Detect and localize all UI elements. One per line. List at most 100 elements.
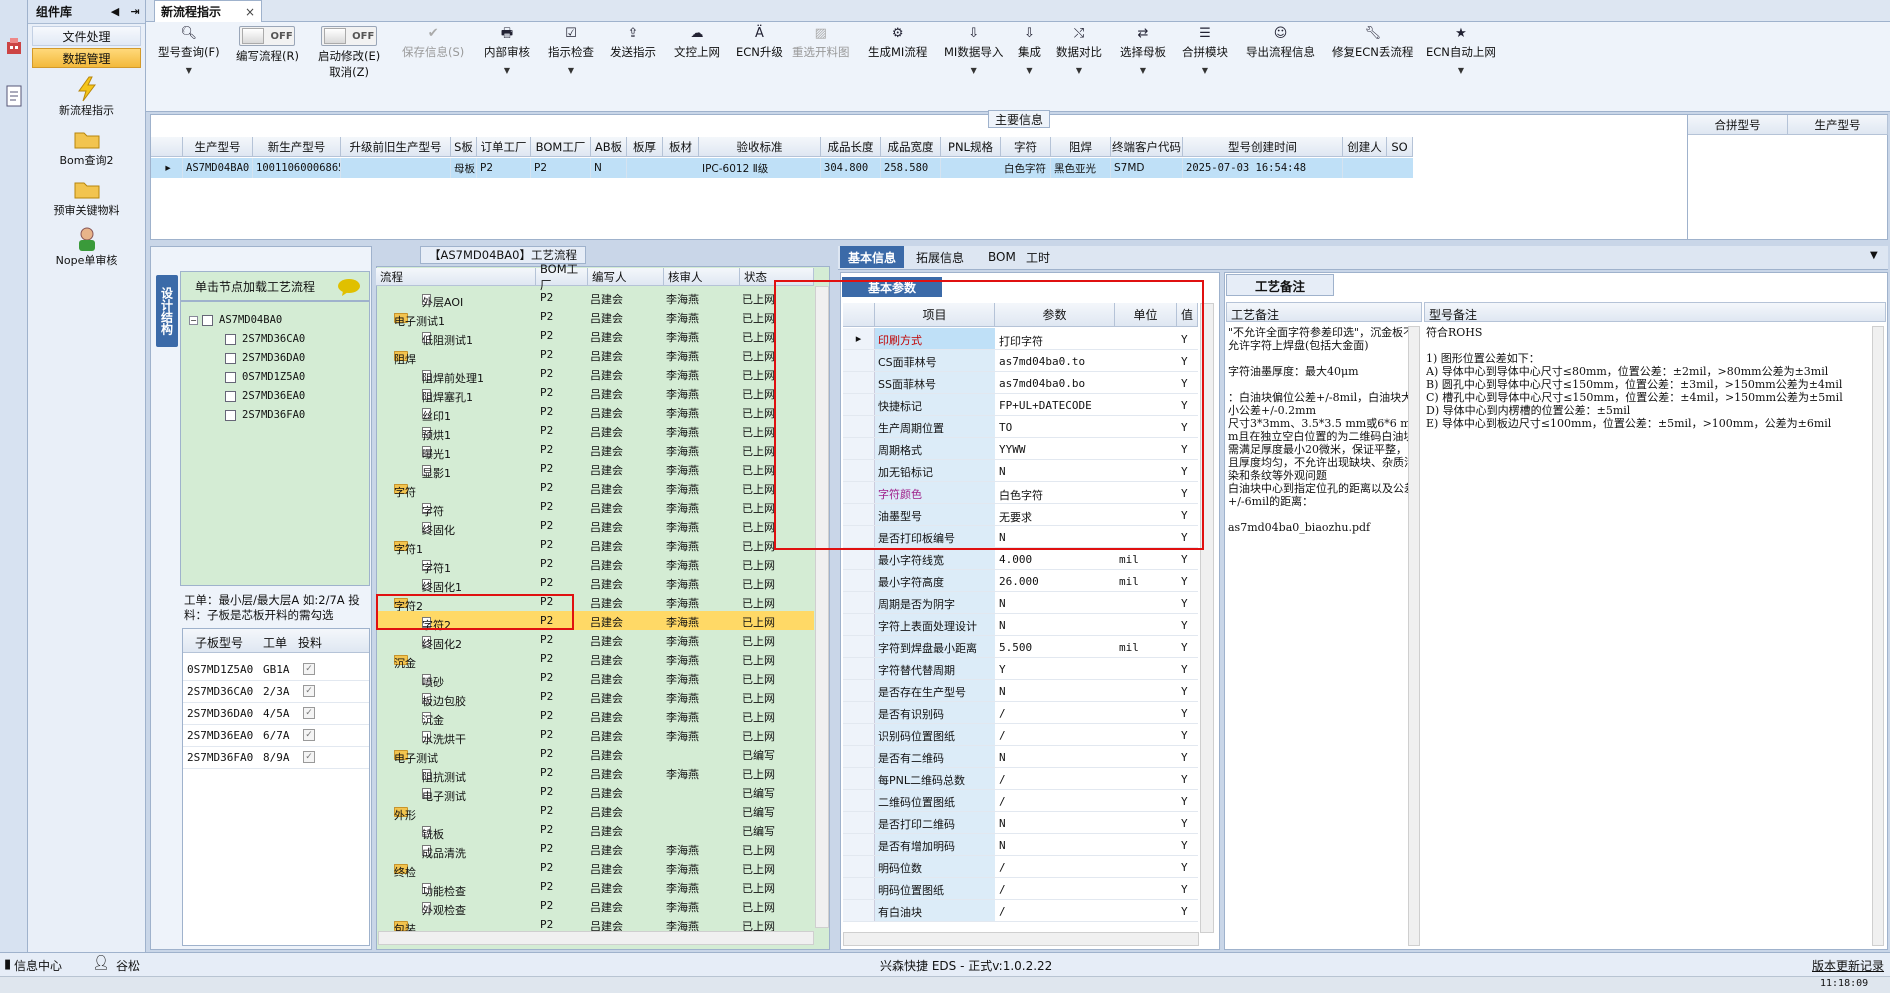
chevron-down-icon[interactable]: ▼: [1870, 250, 1878, 261]
flow-row[interactable]: 丝印1 P2 吕建会 李海燕 已上网: [376, 402, 814, 423]
sidebar-item-new-flow[interactable]: 新流程指示: [28, 76, 145, 118]
cell[interactable]: 2025-07-03 16:54:48: [1183, 158, 1343, 178]
cell[interactable]: 304.800: [821, 158, 881, 178]
start-edit-toggle[interactable]: OFF 启动修改(E) 取消(Z): [318, 26, 380, 80]
flow-row[interactable]: −电子测试 P2 吕建会 已编写: [376, 744, 814, 765]
param-row[interactable]: 最小字符线宽 4.000 mil Y: [843, 548, 1198, 570]
cell[interactable]: 10011060006865: [253, 158, 341, 178]
flow-row[interactable]: 喷砂 P2 吕建会 李海燕 已上网: [376, 668, 814, 689]
section-file-processing[interactable]: 文件处理: [32, 26, 141, 46]
col-header[interactable]: 成品宽度: [881, 137, 941, 157]
flow-row[interactable]: 字符1 P2 吕建会 李海燕 已上网: [376, 554, 814, 575]
param-row[interactable]: 有白油块 / Y: [843, 900, 1198, 922]
collapse-left-icon[interactable]: ◀: [105, 5, 125, 18]
cell[interactable]: 黑色亚光: [1051, 158, 1111, 178]
flow-row[interactable]: −沉金 P2 吕建会 李海燕 已上网: [376, 649, 814, 670]
col-header[interactable]: 字符: [1001, 137, 1051, 157]
col-header[interactable]: 成品长度: [821, 137, 881, 157]
cell[interactable]: P2: [477, 158, 531, 178]
cell[interactable]: 母板: [451, 158, 477, 178]
cell[interactable]: N: [591, 158, 627, 178]
param-row[interactable]: 周期是否为阴字 N Y: [843, 592, 1198, 614]
write-flow-toggle[interactable]: OFF 编写流程(R): [236, 26, 299, 64]
flow-row[interactable]: −阻焊 P2 吕建会 李海燕 已上网: [376, 345, 814, 366]
flow-row[interactable]: 显影1 P2 吕建会 李海燕 已上网: [376, 459, 814, 480]
building-icon[interactable]: [4, 36, 24, 56]
checkbox[interactable]: ✓: [303, 707, 315, 719]
flow-row[interactable]: 字符 P2 吕建会 李海燕 已上网: [376, 497, 814, 518]
integrate-button[interactable]: ⇩ 集成 ▼: [1018, 26, 1041, 75]
table-row[interactable]: 2S7MD36CA0 2/3A ✓: [183, 681, 369, 703]
col-header[interactable]: 编写人: [588, 268, 664, 286]
sidebar-item-nope-review[interactable]: Nope单审核: [28, 226, 145, 268]
toggle-switch[interactable]: OFF: [321, 26, 378, 46]
flow-row[interactable]: 外观检查 P2 吕建会 李海燕 已上网: [376, 896, 814, 917]
flow-row[interactable]: 沉金 P2 吕建会 李海燕 已上网: [376, 706, 814, 727]
param-row[interactable]: 字符替代替周期 Y Y: [843, 658, 1198, 680]
flow-row[interactable]: 外层AOI P2 吕建会 李海燕 已上网: [376, 288, 814, 309]
col-header[interactable]: BOM工厂: [536, 262, 588, 292]
tree-node[interactable]: 2S7MD36FA0: [225, 409, 305, 421]
flow-row[interactable]: −字符1 P2 吕建会 李海燕 已上网: [376, 535, 814, 556]
param-row[interactable]: 是否打印二维码 N Y: [843, 812, 1198, 834]
flow-row[interactable]: 阻焊前处理1 P2 吕建会 李海燕 已上网: [376, 364, 814, 385]
flow-row[interactable]: 功能检查 P2 吕建会 李海燕 已上网: [376, 877, 814, 898]
param-row[interactable]: 是否有增加明码 N Y: [843, 834, 1198, 856]
col-header[interactable]: S板: [451, 137, 477, 157]
document-icon[interactable]: [4, 84, 24, 108]
col-header[interactable]: SO: [1387, 137, 1413, 157]
save-info-button[interactable]: ✔ 保存信息(S): [402, 26, 464, 60]
version-history-link[interactable]: 版本更新记录: [1812, 957, 1884, 974]
flow-horizontal-scrollbar[interactable]: [378, 931, 814, 945]
col-header[interactable]: 验收标准: [699, 137, 821, 157]
col-header[interactable]: 合拼型号: [1688, 115, 1788, 135]
internal-review-button[interactable]: 🖶 内部审核 ▼: [484, 26, 530, 75]
cell[interactable]: IPC-6012 Ⅱ级: [699, 158, 821, 178]
mi-data-import-button[interactable]: ⇩ MI数据导入 ▼: [944, 26, 1003, 75]
export-flow-info-button[interactable]: ☺ 导出流程信息: [1246, 26, 1315, 60]
sidebar-item-bom-query[interactable]: Bom查询2: [28, 126, 145, 168]
table-row[interactable]: 0S7MD1Z5A0 GB1A ✓: [183, 659, 369, 681]
tree-node[interactable]: 0S7MD1Z5A0: [225, 371, 305, 383]
send-instruction-button[interactable]: ⇪ 发送指示: [610, 26, 656, 60]
col-header[interactable]: 生产型号: [1788, 115, 1888, 135]
checkbox[interactable]: ✓: [303, 751, 315, 763]
flow-row[interactable]: −外形 P2 吕建会 已编写: [376, 801, 814, 822]
params-horizontal-scrollbar[interactable]: [843, 932, 1199, 946]
model-remarks-text[interactable]: 符合ROHS 1) 图形位置公差如下： A) 导体中心到导体中心尺寸≤80mm，…: [1426, 326, 1876, 886]
col-header[interactable]: 阻焊: [1051, 137, 1111, 157]
model-remarks-scrollbar[interactable]: [1872, 326, 1884, 946]
data-compare-button[interactable]: ⤭ 数据对比 ▼: [1056, 26, 1102, 75]
tab-basic-info[interactable]: 基本信息: [840, 246, 905, 268]
flow-row[interactable]: 电子测试 P2 吕建会 已编写: [376, 782, 814, 803]
col-header[interactable]: 升级前旧生产型号: [341, 137, 451, 157]
col-header[interactable]: 型号创建时间: [1183, 137, 1343, 157]
cell[interactable]: 258.580: [881, 158, 941, 178]
param-row[interactable]: 字符到焊盘最小距离 5.500 mil Y: [843, 636, 1198, 658]
flow-row[interactable]: 终固化2 P2 吕建会 李海燕 已上网: [376, 630, 814, 651]
process-remarks-text[interactable]: "不允许全面字符参差印选"，沉金板不允许字符上焊盘(包括大金面) 字符油墨厚度：…: [1228, 326, 1416, 886]
flow-row[interactable]: 预烘1 P2 吕建会 李海燕 已上网: [376, 421, 814, 442]
col-header[interactable]: 创建人: [1343, 137, 1387, 157]
cell[interactable]: [341, 158, 451, 178]
param-row[interactable]: 是否有二维码 N Y: [843, 746, 1198, 768]
param-row[interactable]: 明码位置图纸 / Y: [843, 878, 1198, 900]
flow-row[interactable]: −字符 P2 吕建会 李海燕 已上网: [376, 478, 814, 499]
table-row[interactable]: 2S7MD36FA0 8/9A ✓: [183, 747, 369, 769]
repair-ecn-flow-button[interactable]: 🔧︎ 修复ECN丢流程: [1332, 26, 1413, 60]
flow-row[interactable]: 铣板 P2 吕建会 已编写: [376, 820, 814, 841]
comment-icon[interactable]: [337, 278, 361, 296]
flow-row[interactable]: 水洗烘干 P2 吕建会 李海燕 已上网: [376, 725, 814, 746]
col-header[interactable]: AB板: [591, 137, 627, 157]
table-row[interactable]: 2S7MD36DA0 4/5A ✓: [183, 703, 369, 725]
generate-mi-flow-button[interactable]: ⚙ 生成MI流程: [868, 26, 927, 60]
col-header[interactable]: 终端客户代码: [1111, 137, 1183, 157]
col-header[interactable]: 流程: [376, 268, 536, 286]
cell[interactable]: S7MD: [1111, 158, 1183, 178]
col-header[interactable]: 订单工厂: [477, 137, 531, 157]
flow-row[interactable]: 终固化 P2 吕建会 李海燕 已上网: [376, 516, 814, 537]
col-header[interactable]: 核审人: [664, 268, 740, 286]
param-row[interactable]: 识别码位置图纸 / Y: [843, 724, 1198, 746]
tree-root[interactable]: − AS7MD04BA0: [189, 314, 282, 326]
close-icon[interactable]: ×: [245, 5, 255, 19]
